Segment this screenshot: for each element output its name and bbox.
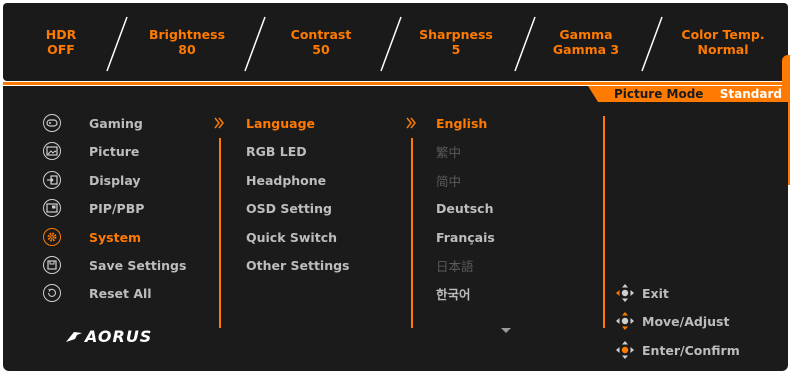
submenu-item-headphone[interactable]: Headphone [246, 169, 326, 191]
menu-item-label: Save Settings [89, 257, 187, 273]
osd-window: HDR OFF Brightness 80 Contrast 50 Sharpn… [0, 0, 791, 374]
submenu-item-rgb-led[interactable]: RGB LED [246, 140, 307, 162]
brightness-status[interactable]: Brightness 80 [127, 27, 247, 57]
picture-icon [43, 142, 61, 160]
language-option-japanese[interactable]: 日本語 [436, 254, 474, 276]
language-option-korean[interactable]: 한국어 [436, 282, 471, 304]
menu-item-gaming[interactable]: Gaming [43, 112, 143, 134]
gamma-value: Gamma 3 [552, 42, 620, 57]
column-divider [411, 138, 413, 328]
chevron-right-icon [406, 117, 416, 129]
menu-item-reset-all[interactable]: Reset All [43, 282, 152, 304]
hint-label: Move/Adjust [642, 313, 730, 329]
sharpness-value: 5 [451, 42, 461, 57]
aorus-logo: AORUS [65, 327, 152, 346]
menu-item-picture[interactable]: Picture [43, 140, 139, 162]
column-divider [603, 116, 605, 328]
sharpness-status[interactable]: Sharpness 5 [396, 27, 516, 57]
hint-label: Enter/Confirm [642, 342, 740, 358]
menu-item-system[interactable]: System [43, 226, 141, 248]
language-option-deutsch[interactable]: Deutsch [436, 197, 493, 219]
hint-enter-confirm: Enter/Confirm [615, 340, 740, 360]
chevron-right-icon [214, 117, 224, 129]
hint-exit: Exit [615, 283, 669, 303]
column-divider [219, 138, 221, 328]
picture-mode-value: Standard [719, 87, 782, 101]
menu-item-label: Gaming [89, 115, 143, 131]
contrast-label: Contrast [290, 27, 352, 42]
gamepad-icon [43, 114, 61, 132]
mode-tab-notch [588, 86, 598, 102]
language-option-english[interactable]: English [436, 112, 487, 134]
submenu-item-other-settings[interactable]: Other Settings [246, 254, 350, 276]
menu-item-display[interactable]: Display [43, 169, 141, 191]
menu-item-label: PIP/PBP [89, 200, 145, 216]
dpad-updown-icon [616, 312, 634, 330]
menu-item-label: Display [89, 172, 141, 188]
main-menu-panel: Picture Mode Standard Gaming Picture Dis… [3, 86, 788, 371]
scroll-down-icon[interactable] [501, 328, 511, 333]
menu-item-label: Reset All [89, 285, 152, 301]
gamma-status[interactable]: Gamma Gamma 3 [526, 27, 646, 57]
color-temp-status[interactable]: Color Temp. Normal [663, 27, 783, 57]
menu-item-pip-pbp[interactable]: PIP/PBP [43, 197, 144, 219]
dpad-press-icon [616, 341, 634, 359]
picture-mode-label: Picture Mode [614, 87, 704, 101]
logo-text: AORUS [85, 327, 153, 346]
display-input-icon [43, 171, 61, 189]
menu-item-label: Picture [89, 143, 140, 159]
gear-icon [43, 228, 61, 246]
separator-slash [638, 15, 666, 73]
language-option-francais[interactable]: Français [436, 226, 495, 248]
contrast-value: 50 [312, 42, 330, 57]
menu-item-save-settings[interactable]: Save Settings [43, 254, 186, 276]
accent-divider [3, 82, 788, 85]
gamma-label: Gamma [559, 27, 613, 42]
color-temp-label: Color Temp. [681, 27, 765, 42]
submenu-item-language[interactable]: Language [246, 112, 315, 134]
menu-item-label: System [89, 229, 142, 245]
hint-move-adjust: Move/Adjust [615, 311, 729, 331]
top-status-bar: HDR OFF Brightness 80 Contrast 50 Sharpn… [3, 3, 788, 81]
hint-label: Exit [642, 285, 669, 301]
save-icon [43, 256, 61, 274]
picture-mode-tab: Picture Mode Standard [598, 86, 788, 102]
pip-icon [43, 199, 61, 217]
sharpness-label: Sharpness [419, 27, 493, 42]
dpad-left-icon [616, 284, 634, 302]
submenu-item-quick-switch[interactable]: Quick Switch [246, 226, 337, 248]
reset-icon [43, 284, 61, 302]
brightness-value: 80 [178, 42, 196, 57]
contrast-status[interactable]: Contrast 50 [261, 27, 381, 57]
language-option-simplified-chinese[interactable]: 简中 [436, 169, 461, 191]
brightness-label: Brightness [148, 27, 226, 42]
language-option-traditional-chinese[interactable]: 繁中 [436, 140, 461, 162]
color-temp-value: Normal [697, 42, 749, 57]
submenu-item-osd-setting[interactable]: OSD Setting [246, 197, 332, 219]
